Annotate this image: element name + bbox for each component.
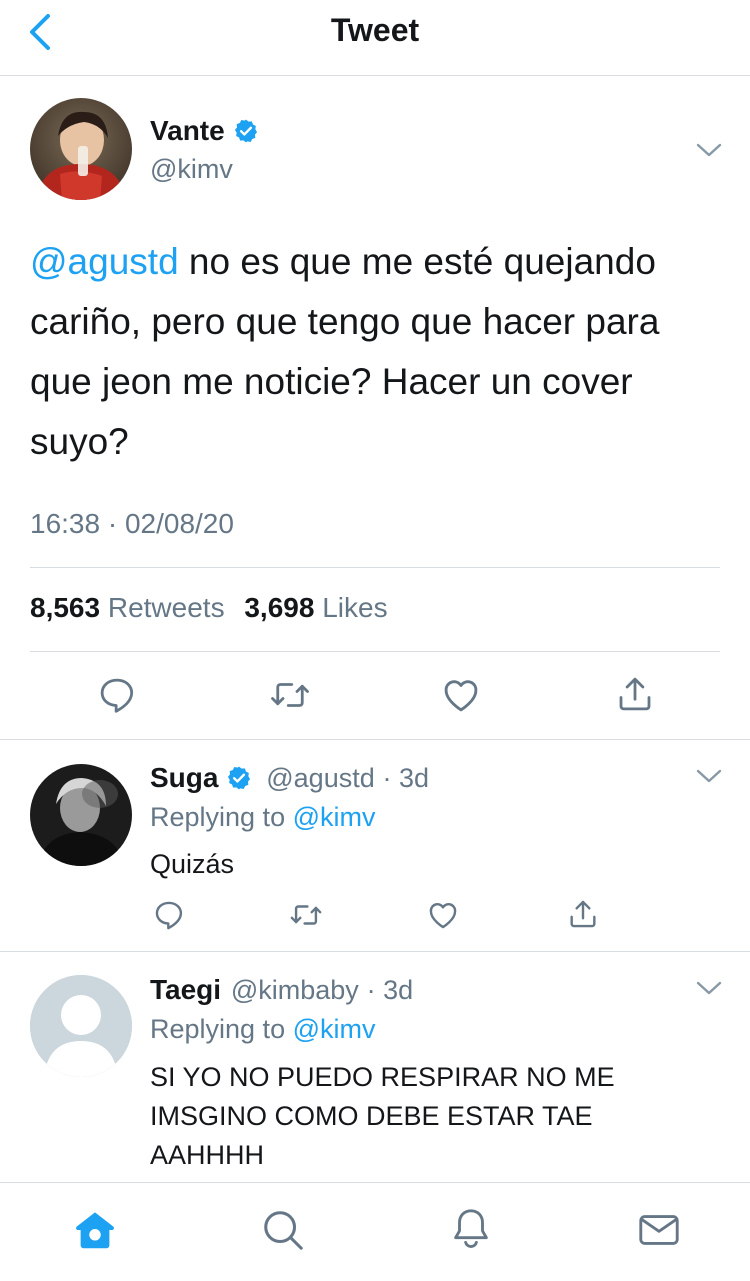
reply-author-handle[interactable]: @kimbaby [231,975,359,1005]
like-button[interactable] [426,898,460,932]
more-options-button[interactable] [694,978,724,998]
reply-author-name[interactable]: Taegi @kimbaby · 3d [150,974,413,1006]
avatar-photo [30,764,132,866]
tab-home[interactable] [72,1207,118,1253]
tweet-stats: 8,563 Retweets 3,698 Likes [30,592,400,624]
bottom-tab-bar [0,1182,750,1281]
author-name[interactable]: Vante [150,115,259,147]
divider [0,951,750,952]
more-options-button[interactable] [694,766,724,786]
reply-icon [100,678,134,713]
notifications-icon [454,1209,488,1248]
reply-author-handle[interactable]: @agustd [266,763,374,793]
share-icon [619,677,651,711]
reply-age: · 3d [366,975,414,1005]
avatar[interactable] [30,764,132,866]
reply-text: Quizás [150,849,235,879]
author-handle[interactable]: @kimv [150,154,233,185]
like-label[interactable]: Likes [322,592,387,623]
tweet-text: @agustd no es que me esté quejando cariñ… [30,232,720,472]
tweet-timestamp: 16:38 · 02/08/20 [30,508,234,539]
divider [30,651,720,652]
share-icon [570,900,596,928]
reply-icon [155,901,183,930]
replying-to: Replying to @kimv [150,802,376,832]
reply-button[interactable] [152,898,186,932]
heart-icon [444,680,478,712]
like-button[interactable] [440,674,482,716]
retweet-icon [271,683,309,707]
replying-to-link[interactable]: @kimv [293,802,376,832]
share-button[interactable] [614,672,656,716]
tab-notifications[interactable] [448,1205,494,1253]
divider [30,567,720,568]
heart-icon [429,903,457,929]
chevron-down-icon [696,981,722,995]
tab-search[interactable] [260,1207,306,1253]
chevron-down-icon [696,769,722,783]
default-avatar-icon [30,975,132,1077]
avatar[interactable] [30,98,132,200]
divider [0,739,750,740]
search-icon [264,1211,303,1250]
messages-icon [639,1215,679,1245]
share-button[interactable] [566,896,600,932]
home-icon [76,1212,114,1249]
replying-to: Replying to @kimv [150,1014,376,1044]
retweet-button[interactable] [288,898,324,932]
reply-age: · 3d [382,763,430,793]
replying-to-link[interactable]: @kimv [293,1014,376,1044]
verified-badge-icon [228,766,251,790]
avatar[interactable] [30,975,132,1077]
reply-author-name[interactable]: Suga @agustd · 3d [150,762,429,794]
tab-messages[interactable] [636,1207,682,1253]
verified-badge-icon [234,119,257,143]
retweet-count[interactable]: 8,563 [30,592,100,623]
more-options-button[interactable] [694,140,724,160]
retweet-button[interactable] [268,674,312,716]
like-count[interactable]: 3,698 [244,592,314,623]
chevron-down-icon [696,143,722,157]
reply-button[interactable] [96,674,138,716]
retweet-label[interactable]: Retweets [108,592,225,623]
retweet-icon [290,905,322,925]
mention-link[interactable]: @agustd [30,241,179,282]
top-bar: Tweet [0,0,750,76]
page-title: Tweet [330,12,420,48]
reply-text: SI YO NO PUEDO RESPIRAR NO ME IMSGINO CO… [150,1062,615,1170]
avatar-photo [30,98,132,200]
